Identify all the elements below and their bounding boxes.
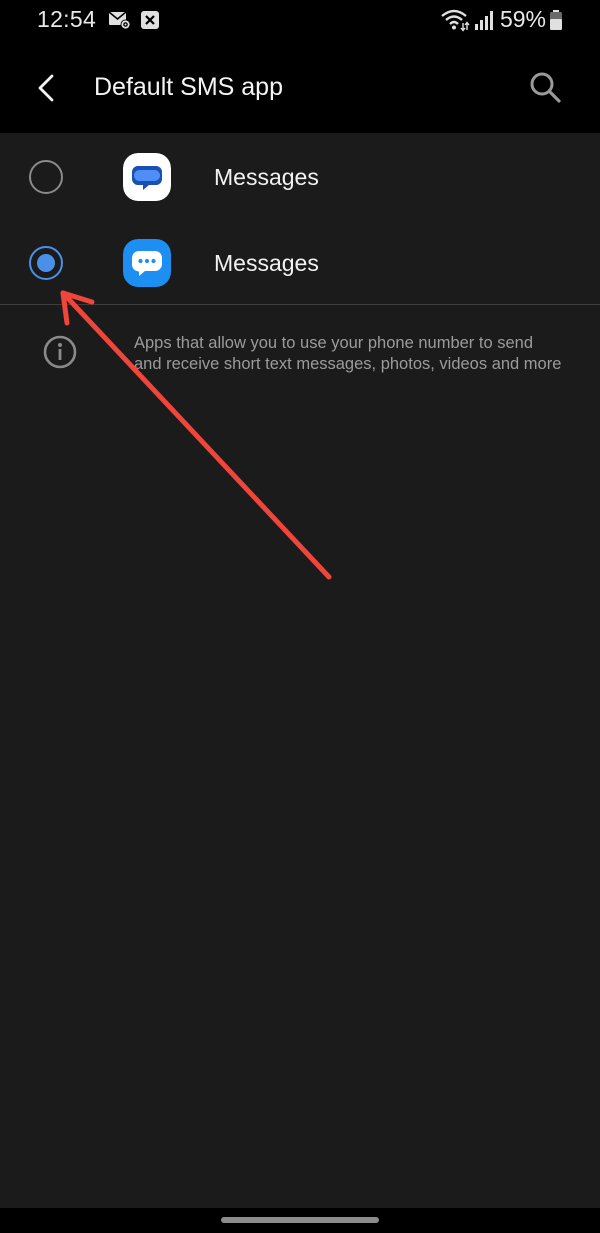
samsung-messages-icon — [123, 239, 171, 287]
info-description: Apps that allow you to use your phone nu… — [134, 334, 562, 373]
google-messages-icon — [123, 153, 171, 201]
battery-icon — [550, 10, 562, 30]
app-option-samsung-messages[interactable]: Messages — [0, 220, 600, 306]
radio-button-unselected[interactable] — [29, 160, 63, 194]
app-option-google-messages[interactable]: Messages — [0, 134, 600, 220]
home-gesture-handle[interactable] — [221, 1217, 379, 1223]
signal-icon — [475, 11, 493, 30]
radio-button-selected[interactable] — [29, 246, 63, 280]
search-button[interactable] — [522, 64, 568, 110]
status-bar: 12:54 59% — [0, 0, 600, 40]
back-arrow-icon — [38, 74, 54, 102]
sms-settings-icon — [108, 11, 131, 30]
navigation-bar — [0, 1208, 600, 1233]
wifi-icon — [441, 9, 470, 32]
search-icon — [530, 72, 561, 103]
divider — [0, 304, 600, 305]
content-area: Messages Messages Apps that allow you to… — [0, 133, 600, 1208]
status-time: 12:54 — [37, 6, 97, 32]
page-title: Default SMS app — [94, 73, 283, 101]
app-label: Messages — [214, 250, 319, 276]
close-box-icon — [141, 11, 159, 29]
info-icon — [43, 335, 77, 369]
app-label: Messages — [214, 164, 319, 190]
radio-selected-dot — [37, 254, 55, 272]
app-bar: Default SMS app — [0, 40, 600, 133]
back-button[interactable] — [24, 66, 68, 110]
battery-percentage: 59% — [499, 6, 546, 32]
